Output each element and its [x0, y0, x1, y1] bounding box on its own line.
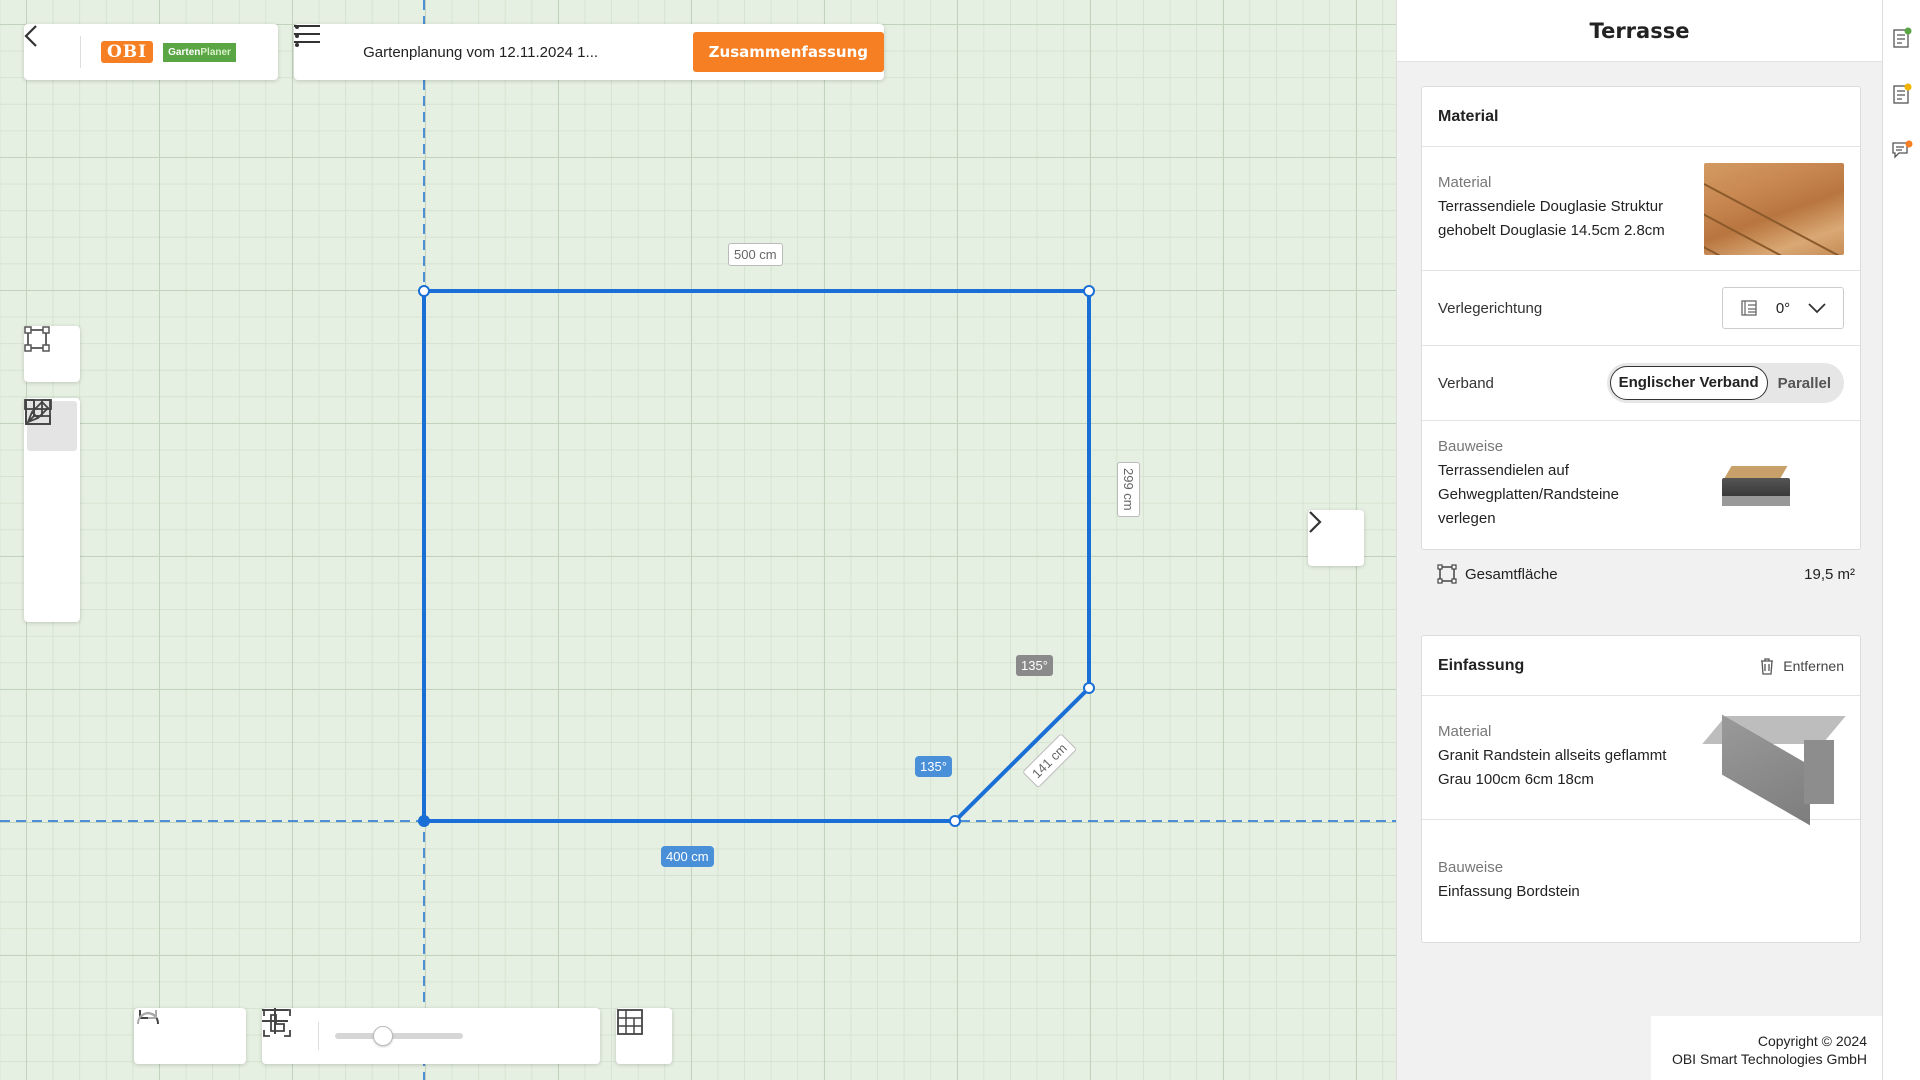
- l-shape-tool[interactable]: [24, 399, 80, 564]
- area-icon: [1437, 564, 1457, 584]
- properties-panel: Terrasse Material Material Terrassendiel…: [1396, 0, 1883, 1080]
- plan-title[interactable]: Gartenplanung vom 12.11.2024 1...: [363, 44, 619, 61]
- bond-option-parallel[interactable]: Parallel: [1768, 375, 1841, 392]
- terrace-outline: [422, 289, 1091, 823]
- panel-title: Terrasse: [1397, 0, 1882, 62]
- direction-value: 0°: [1775, 299, 1791, 317]
- obi-logo: OBI: [101, 41, 154, 63]
- material-row[interactable]: Material Terrassendiele Douglasie Strukt…: [1422, 147, 1860, 271]
- bond-label: Verband: [1438, 374, 1494, 392]
- u-shape-tool[interactable]: [24, 399, 80, 618]
- bond-row: Verband Englischer Verband Parallel: [1422, 346, 1860, 421]
- next-step-button[interactable]: [1308, 510, 1364, 566]
- laying-direction-icon: [1741, 300, 1757, 316]
- edging-material-value: Granit Randstein allseits geflammt Grau …: [1438, 747, 1667, 788]
- history-controls: [134, 1008, 246, 1064]
- direction-row: Verlegerichtung 0°: [1422, 271, 1860, 346]
- trash-icon: [1761, 657, 1774, 675]
- edging-construction-row[interactable]: Bauweise Einfassung Bordstein: [1422, 820, 1860, 942]
- zoom-controls: [262, 1008, 600, 1064]
- chevron-left-icon: [24, 25, 37, 47]
- u-shape-icon: [25, 399, 51, 425]
- feedback-button[interactable]: [1883, 122, 1920, 178]
- vertex-handle: [418, 285, 430, 297]
- zoom-slider-thumb: [373, 1026, 393, 1046]
- notes-button[interactable]: [1883, 66, 1920, 122]
- remove-edging-button[interactable]: Entfernen: [1759, 657, 1844, 675]
- granite-curb-image: [1702, 712, 1846, 825]
- chat-icon: [1892, 140, 1913, 159]
- edging-construction-value: Einfassung Bordstein: [1438, 882, 1580, 900]
- more-options-button[interactable]: [295, 25, 675, 72]
- angle-upper: 135°: [1016, 655, 1053, 676]
- total-area-value: 19,5 m²: [1804, 565, 1855, 583]
- construction-label: Bauweise: [1438, 437, 1504, 455]
- summary-button[interactable]: Zusammenfassung: [692, 32, 884, 72]
- rectangle-tool[interactable]: [24, 399, 80, 508]
- material-section-heading: Material: [1422, 87, 1860, 147]
- wood-decking-image: [1704, 162, 1844, 255]
- bond-option-english[interactable]: Englischer Verband: [1609, 366, 1768, 400]
- planning-canvas[interactable]: 500 cm 299 cm 400 cm 141 cm 135° 135° OB…: [0, 0, 1396, 1080]
- zoom-slider[interactable]: [335, 1024, 463, 1048]
- edging-section: Einfassung Entfernen Material Granit Ran…: [1421, 635, 1861, 943]
- gartenplaner-logo: GartenPlaner: [163, 42, 236, 62]
- material-value: Terrassendiele Douglasie Struktur gehobe…: [1438, 198, 1665, 239]
- copyright-notice: Copyright © 2024 OBI Smart Technologies …: [1651, 1016, 1883, 1080]
- zoom-out-button[interactable]: [262, 1008, 539, 1064]
- select-area-tool[interactable]: [24, 326, 80, 382]
- redo-icon: [137, 1010, 157, 1025]
- vertex-handle: [949, 815, 961, 827]
- plus-icon: [262, 1008, 288, 1034]
- vertex-handle: [1083, 285, 1095, 297]
- total-area-label: Gesamtfläche: [1465, 565, 1558, 583]
- direction-label: Verlegerichtung: [1438, 299, 1543, 317]
- angle-lower: 135°: [915, 756, 952, 777]
- construction-value: Terrassendielen auf Gehwegplatten/Randst…: [1438, 461, 1619, 527]
- checklist-button[interactable]: [1883, 10, 1920, 66]
- total-area-row: Gesamtfläche 19,5 m²: [1437, 560, 1855, 588]
- grid-toggle-button[interactable]: [616, 1008, 672, 1064]
- edging-material-label: Material: [1438, 723, 1492, 740]
- grid-icon: [617, 1009, 643, 1035]
- back-button[interactable]: [24, 24, 80, 80]
- notes-icon: [1893, 83, 1912, 104]
- title-bar: Gartenplanung vom 12.11.2024 1... Zusamm…: [294, 24, 884, 80]
- dimension-right: 299 cm: [1117, 462, 1140, 517]
- area-select-icon: [24, 326, 50, 352]
- edging-material-row[interactable]: Material Granit Randstein allseits gefla…: [1422, 696, 1860, 825]
- chevron-right-icon: [1309, 511, 1322, 533]
- construction-image: [1714, 454, 1804, 514]
- vertex-handle-start: [418, 815, 430, 827]
- drawing-tools: [24, 398, 80, 622]
- zoom-in-button[interactable]: [262, 1008, 595, 1064]
- direction-select[interactable]: 0°: [1722, 287, 1844, 329]
- clipboard-check-icon: [1893, 27, 1912, 48]
- brand-bar: OBI GartenPlaner: [24, 24, 278, 80]
- edging-construction-label: Bauweise: [1438, 858, 1504, 876]
- chevron-down-icon: [1808, 303, 1826, 314]
- construction-row[interactable]: Bauweise Terrassendielen auf Gehwegplatt…: [1422, 421, 1860, 547]
- redo-button[interactable]: [137, 1008, 246, 1064]
- more-vertical-icon: [295, 25, 299, 47]
- material-section: Material Material Terrassendiele Douglas…: [1421, 86, 1861, 550]
- edging-section-heading: Einfassung Entfernen: [1422, 636, 1860, 696]
- bond-toggle: Englischer Verband Parallel: [1606, 363, 1844, 403]
- dimension-top: 500 cm: [728, 243, 783, 266]
- terrace-drawing[interactable]: [0, 0, 1396, 1080]
- material-label: Material: [1438, 174, 1492, 191]
- menu-button[interactable]: [294, 24, 349, 80]
- quick-access-sidebar: [1882, 0, 1920, 1080]
- vertex-handle: [1083, 682, 1095, 694]
- dimension-bottom: 400 cm: [661, 846, 714, 867]
